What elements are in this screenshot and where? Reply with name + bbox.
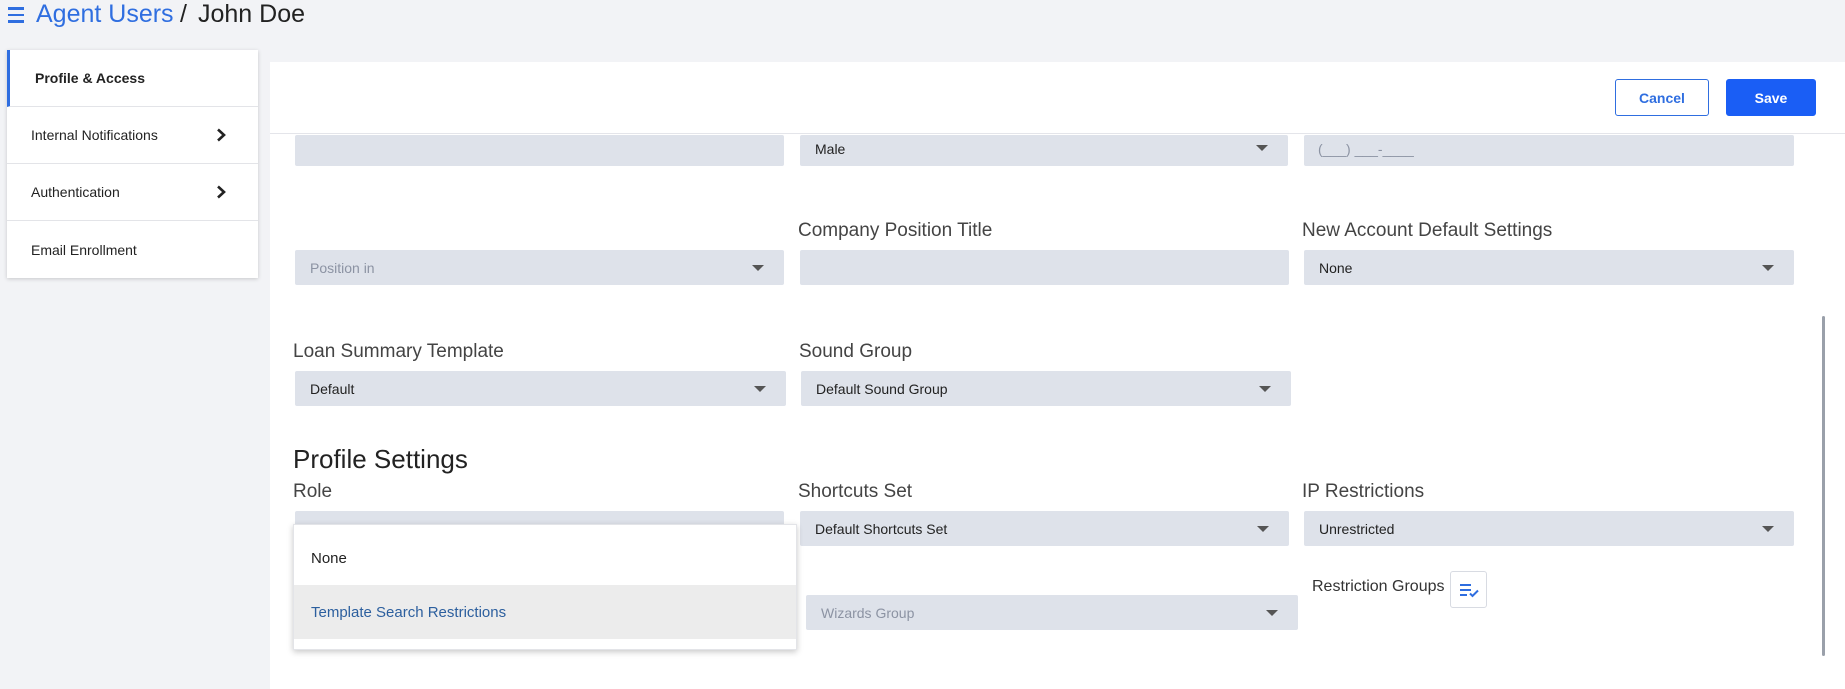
wizards-group-placeholder: Wizards Group	[821, 604, 915, 621]
ip-restrictions-value: Unrestricted	[1319, 520, 1395, 537]
page-title: John Doe	[198, 0, 306, 28]
caret-down-icon	[754, 385, 766, 392]
loan-summary-value: Default	[310, 380, 355, 397]
role-dropdown-menu: None Template Search Restrictions	[293, 524, 797, 650]
sidebar-item-label: Internal Notifications	[31, 127, 158, 143]
restriction-groups-label: Restriction Groups	[1312, 578, 1445, 595]
sidebar-item-email-enrollment[interactable]: Email Enrollment	[7, 221, 258, 278]
wizards-group-select[interactable]: Wizards Group	[806, 595, 1298, 630]
gender-value: Male	[815, 141, 846, 157]
sound-group-value: Default Sound Group	[816, 380, 948, 397]
shortcuts-set-label: Shortcuts Set	[798, 481, 913, 502]
sidebar-item-label: Authentication	[31, 184, 120, 200]
new-account-settings-select[interactable]: None	[1304, 250, 1794, 285]
row1-field-1[interactable]	[295, 135, 784, 166]
phone-input[interactable]: (___) ___-____	[1304, 135, 1794, 166]
caret-down-icon	[752, 264, 764, 271]
breadcrumb-parent-link[interactable]: Agent Users	[36, 0, 174, 29]
caret-down-icon	[1259, 385, 1271, 392]
shortcuts-set-value: Default Shortcuts Set	[815, 520, 948, 537]
position-placeholder: Position in	[310, 259, 375, 276]
new-account-settings-label: New Account Default Settings	[1302, 220, 1553, 241]
role-option-none[interactable]: None	[294, 531, 796, 585]
ip-restrictions-select[interactable]: Unrestricted	[1304, 511, 1794, 546]
sidebar-item-profile-access[interactable]: Profile & Access	[7, 50, 258, 107]
loan-summary-select[interactable]: Default	[295, 371, 786, 406]
sidebar-item-label: Profile & Access	[35, 70, 145, 86]
caret-down-icon	[1762, 525, 1774, 532]
gender-select[interactable]: Male	[800, 135, 1288, 166]
cancel-button[interactable]: Cancel	[1615, 79, 1709, 116]
section-title-profile-settings: Profile Settings	[293, 444, 468, 474]
chevron-right-icon	[217, 185, 226, 199]
sidebar-item-internal-notifications[interactable]: Internal Notifications	[7, 107, 258, 164]
shortcuts-set-select[interactable]: Default Shortcuts Set	[800, 511, 1289, 546]
scrollbar[interactable]	[1822, 316, 1825, 656]
sidebar-item-label: Email Enrollment	[31, 241, 137, 258]
loan-summary-label: Loan Summary Template	[293, 341, 504, 362]
caret-down-icon	[1256, 144, 1268, 151]
position-select[interactable]: Position in	[295, 250, 784, 285]
menu-icon[interactable]	[8, 4, 26, 26]
role-option-template-search-restrictions[interactable]: Template Search Restrictions	[294, 585, 796, 639]
ip-restrictions-label: IP Restrictions	[1302, 481, 1425, 502]
chevron-right-icon	[217, 128, 226, 142]
restriction-groups-button[interactable]	[1450, 571, 1487, 608]
caret-down-icon	[1762, 264, 1774, 271]
caret-down-icon	[1266, 609, 1278, 616]
checklist-icon	[1459, 583, 1479, 597]
sidebar-item-authentication[interactable]: Authentication	[7, 164, 258, 221]
company-position-label: Company Position Title	[798, 220, 993, 241]
caret-down-icon	[1257, 525, 1269, 532]
panel-toolbar: Cancel Save	[270, 62, 1845, 134]
company-position-input[interactable]	[800, 250, 1289, 285]
breadcrumb-separator: /	[180, 0, 187, 28]
sidebar: Profile & Access Internal Notifications …	[7, 50, 258, 278]
sound-group-label: Sound Group	[799, 341, 913, 362]
save-button[interactable]: Save	[1726, 79, 1816, 116]
phone-placeholder: (___) ___-____	[1318, 141, 1414, 157]
new-account-settings-value: None	[1319, 259, 1353, 276]
sound-group-select[interactable]: Default Sound Group	[801, 371, 1291, 406]
role-label: Role	[293, 481, 333, 502]
